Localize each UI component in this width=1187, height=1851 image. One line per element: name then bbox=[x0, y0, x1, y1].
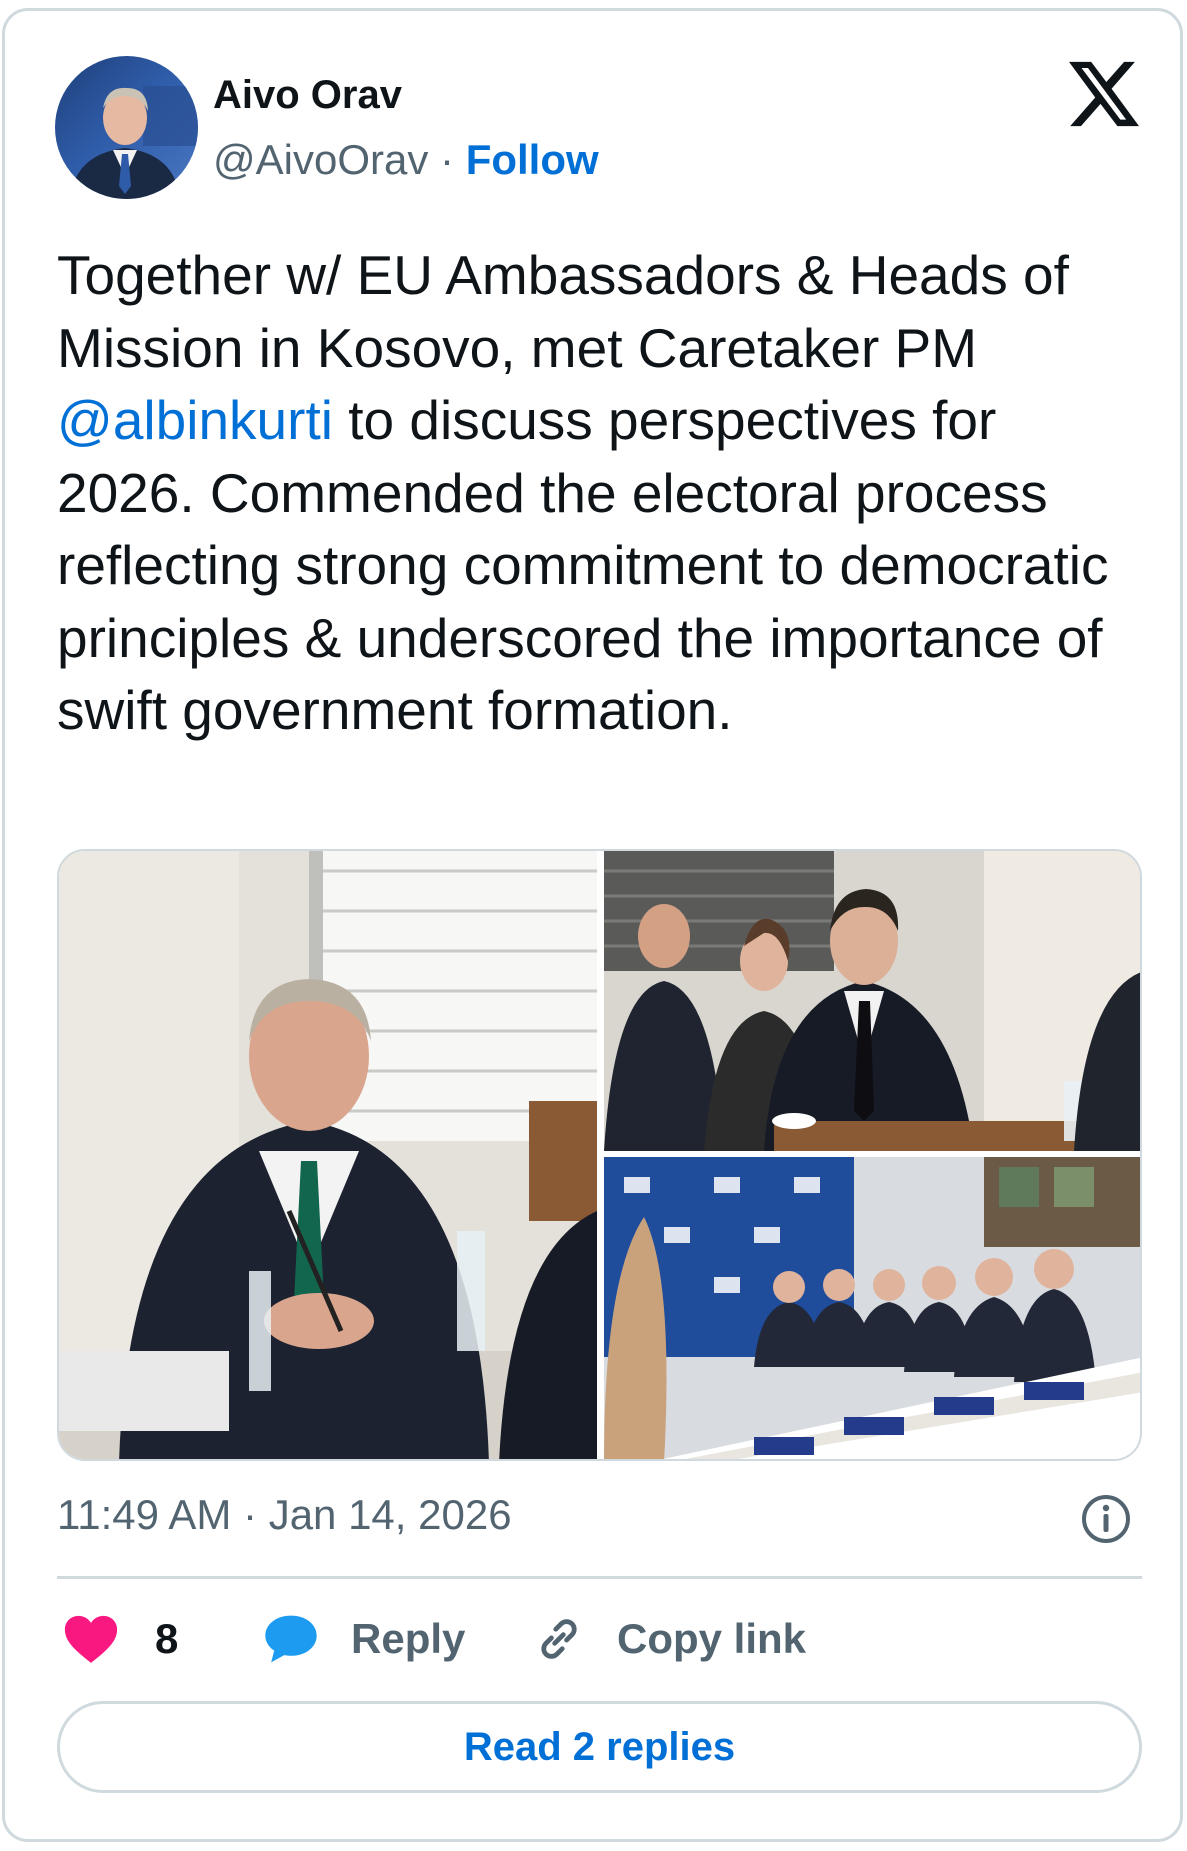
tweet-text-start: Together w/ EU Ambassadors & Heads of Mi… bbox=[57, 244, 1069, 379]
copy-link-button[interactable]: Copy link bbox=[533, 1609, 806, 1669]
photo-meeting-table[interactable] bbox=[604, 1157, 1140, 1459]
timestamp-time: 11:49 AM bbox=[57, 1491, 232, 1538]
photo-prime-minister[interactable] bbox=[604, 851, 1140, 1151]
like-count: 8 bbox=[155, 1615, 179, 1662]
tweet-text: Together w/ EU Ambassadors & Heads of Mi… bbox=[57, 239, 1147, 747]
reply-label: Reply bbox=[351, 1615, 466, 1662]
author-avatar[interactable] bbox=[55, 56, 198, 199]
read-replies-button[interactable]: Read 2 replies bbox=[57, 1701, 1142, 1793]
media-grid bbox=[57, 849, 1142, 1461]
author-name[interactable]: Aivo Orav bbox=[213, 73, 402, 118]
author-handle-row: @AivoOrav · Follow bbox=[213, 136, 599, 184]
author-handle[interactable]: @AivoOrav bbox=[213, 136, 428, 183]
reply-button[interactable]: Reply bbox=[263, 1609, 465, 1669]
handle-separator: · bbox=[440, 136, 455, 183]
mention-link[interactable]: @albinkurti bbox=[57, 389, 333, 451]
x-logo-icon[interactable] bbox=[1069, 61, 1139, 127]
follow-button[interactable]: Follow bbox=[466, 136, 599, 183]
copy-link-label: Copy link bbox=[617, 1615, 807, 1662]
tweet-card: Aivo Orav @AivoOrav · Follow Together w/… bbox=[2, 8, 1183, 1842]
like-button[interactable]: 8 bbox=[63, 1609, 178, 1669]
timestamp-separator: · bbox=[243, 1491, 258, 1538]
photo-speaker[interactable] bbox=[59, 851, 597, 1459]
tweet-timestamp[interactable]: 11:49 AM · Jan 14, 2026 bbox=[57, 1491, 512, 1539]
timestamp-date: Jan 14, 2026 bbox=[268, 1491, 512, 1538]
divider bbox=[57, 1576, 1142, 1579]
heart-icon bbox=[63, 1614, 119, 1664]
reply-bubble-icon bbox=[263, 1613, 319, 1665]
link-icon bbox=[533, 1613, 585, 1665]
info-icon[interactable] bbox=[1080, 1493, 1132, 1545]
